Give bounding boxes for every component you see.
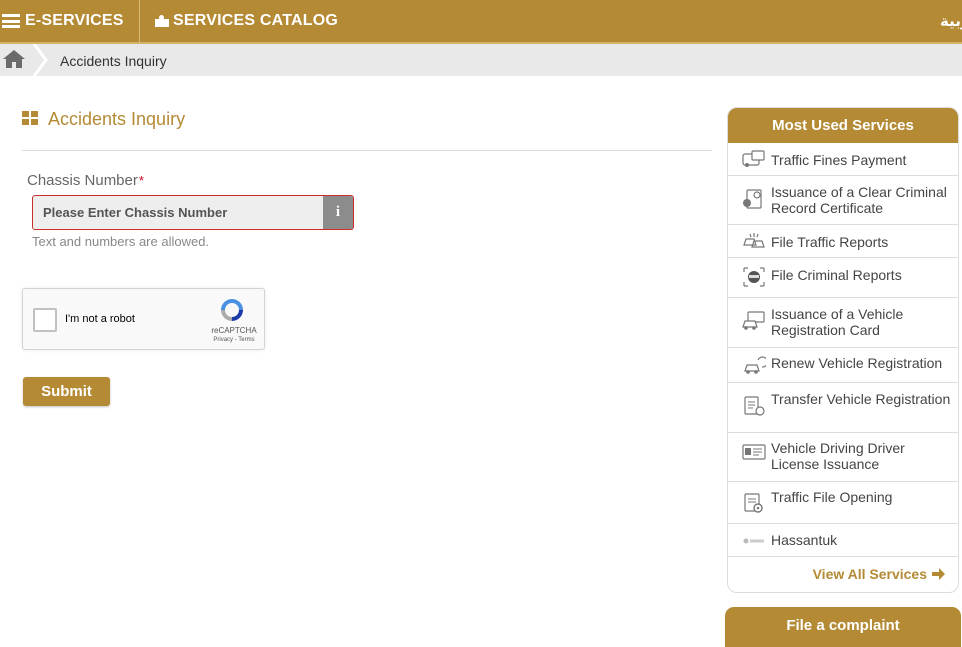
recaptcha-checkbox[interactable] xyxy=(33,308,57,332)
page-title: Accidents Inquiry xyxy=(48,109,186,129)
sidebar-item-criminal-record[interactable]: Issuance of a Clear Criminal Record Cert… xyxy=(728,176,958,225)
info-glyph: i xyxy=(335,204,341,220)
language-label: عربية xyxy=(940,13,962,30)
vehicle-card-icon xyxy=(742,311,765,330)
car-crash-icon xyxy=(743,233,765,248)
arrow-right-icon xyxy=(932,568,945,580)
transfer-document-icon xyxy=(744,396,765,416)
required-marker: * xyxy=(138,173,144,188)
chassis-number-input[interactable] xyxy=(33,196,323,229)
masked-person-icon xyxy=(743,267,765,287)
certificate-icon xyxy=(743,189,762,209)
sidebar-item-label: Transfer Vehicle Registration xyxy=(771,391,951,407)
puzzle-icon xyxy=(154,14,170,28)
language-switch-link[interactable]: عربية xyxy=(940,0,962,42)
view-all-services-link[interactable]: View All Services xyxy=(813,566,946,582)
sidebar-item-traffic-fines[interactable]: Traffic Fines Payment xyxy=(728,143,958,176)
sidebar-item-traffic-reports[interactable]: File Traffic Reports xyxy=(728,225,958,258)
sidebar-item-traffic-file[interactable]: Traffic File Opening xyxy=(728,482,958,524)
sidebar-item-transfer-registration[interactable]: Transfer Vehicle Registration xyxy=(728,383,958,433)
most-used-services-panel: Most Used Services Traffic Fines Payment… xyxy=(727,107,959,593)
chassis-label-text: Chassis Number xyxy=(27,172,138,189)
submit-button[interactable]: Submit xyxy=(23,377,110,406)
services-catalog-label: SERVICES CATALOG xyxy=(173,12,338,29)
chassis-input-group: i xyxy=(32,195,354,230)
title-divider xyxy=(22,150,712,151)
home-icon[interactable] xyxy=(2,49,26,69)
chassis-number-label: Chassis Number* xyxy=(27,172,144,189)
eservices-menu-button[interactable]: E-SERVICES xyxy=(0,0,140,42)
traffic-file-icon xyxy=(744,493,763,513)
sidebar-item-label: Vehicle Driving Driver License Issuance xyxy=(771,440,905,472)
breadcrumb-chevron-icon xyxy=(32,44,48,76)
license-card-icon xyxy=(742,444,766,460)
recaptcha-widget: I'm not a robot reCAPTCHA Privacy - Term… xyxy=(22,288,265,350)
info-icon[interactable]: i xyxy=(323,196,353,229)
chassis-helper-text: Text and numbers are allowed. xyxy=(32,234,210,249)
sidebar-item-label: File Traffic Reports xyxy=(771,234,889,250)
renew-vehicle-icon xyxy=(744,356,766,374)
sidebar-item-driving-license[interactable]: Vehicle Driving Driver License Issuance xyxy=(728,433,958,482)
grid-icon xyxy=(22,111,38,125)
recaptcha-brand: reCAPTCHA xyxy=(211,326,257,335)
most-used-services-title: Most Used Services xyxy=(728,108,958,143)
eservices-label: E-SERVICES xyxy=(25,12,124,29)
sidebar-item-label: Hassantuk xyxy=(771,532,838,548)
file-complaint-label: File a complaint xyxy=(786,617,900,634)
recaptcha-terms-link[interactable]: Privacy - Terms xyxy=(209,337,259,343)
sidebar-item-label: File Criminal Reports xyxy=(771,267,902,283)
sidebar-item-label: Traffic Fines Payment xyxy=(771,152,907,168)
sidebar-item-label: Issuance of a Vehicle Registration Card xyxy=(771,306,904,338)
breadcrumb: Accidents Inquiry xyxy=(0,44,962,76)
hassantuk-logo-icon xyxy=(743,538,764,544)
recaptcha-label: I'm not a robot xyxy=(65,313,135,325)
sidebar-item-vehicle-registration-card[interactable]: Issuance of a Vehicle Registration Card xyxy=(728,298,958,348)
sidebar-footer: View All Services xyxy=(728,556,958,592)
car-fine-icon xyxy=(742,150,765,167)
file-complaint-button[interactable]: File a complaint xyxy=(725,607,961,647)
recaptcha-logo-icon xyxy=(221,299,243,321)
sidebar-item-label: Traffic File Opening xyxy=(771,489,893,505)
breadcrumb-current: Accidents Inquiry xyxy=(60,53,167,69)
hamburger-menu-icon xyxy=(2,14,20,28)
sidebar-item-label: Issuance of a Clear Criminal Record Cert… xyxy=(771,184,947,216)
view-all-label: View All Services xyxy=(812,566,927,582)
sidebar-item-renew-registration[interactable]: Renew Vehicle Registration xyxy=(728,348,958,383)
top-navigation-bar: E-SERVICES SERVICES CATALOG عربية xyxy=(0,0,962,44)
sidebar-item-label: Renew Vehicle Registration xyxy=(771,355,943,371)
services-catalog-button[interactable]: SERVICES CATALOG xyxy=(154,0,338,42)
sidebar-item-hassantuk[interactable]: Hassantuk xyxy=(728,524,958,557)
sidebar-item-criminal-reports[interactable]: File Criminal Reports xyxy=(728,258,958,298)
